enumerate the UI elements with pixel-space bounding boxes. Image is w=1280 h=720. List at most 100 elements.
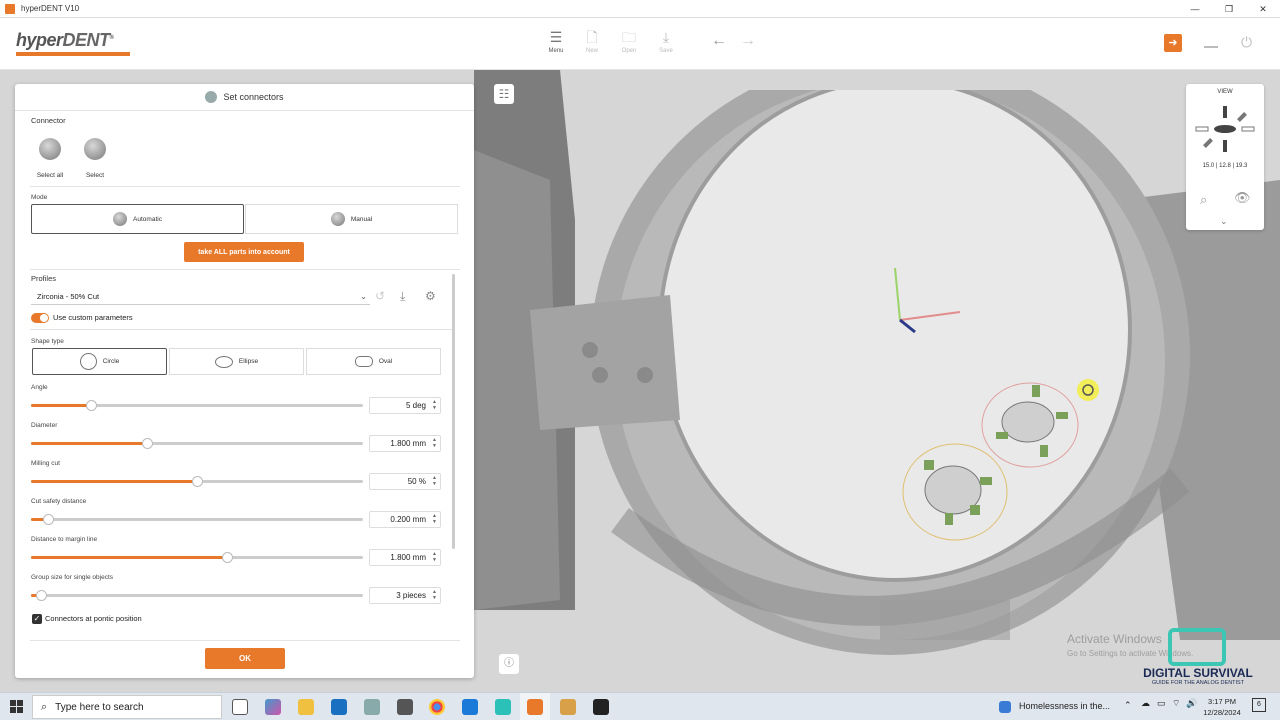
ok-button[interactable]: OK <box>205 648 285 669</box>
shape-circle-button[interactable]: Circle <box>32 348 167 375</box>
spinner-arrows-icon[interactable]: ▲ ▼ <box>432 513 437 525</box>
teams-icon[interactable] <box>364 699 380 715</box>
shape-ellipse-button[interactable]: Ellipse <box>169 348 304 375</box>
window-titlebar: hyperDENT V10 — ❐ ✕ <box>0 0 1280 18</box>
volume-icon[interactable]: 🔊 <box>1186 698 1197 709</box>
logo-text: hyperDENT® <box>16 30 114 50</box>
param-value: 50 <box>407 477 417 486</box>
gear-icon[interactable]: ⚙ <box>425 289 436 303</box>
app-icon-teal[interactable] <box>495 699 511 715</box>
news-text[interactable]: Homelessness in the... <box>1019 701 1110 711</box>
divider <box>30 640 460 641</box>
file-explorer-icon[interactable] <box>298 699 314 715</box>
taskbar-search-input[interactable]: ⌕ Type here to search <box>32 695 222 719</box>
brand-subtitle: GUIDE FOR THE ANALOG DENTIST <box>1151 680 1245 686</box>
copilot-icon[interactable] <box>265 699 281 715</box>
clock-date: 12/28/2024 <box>1203 708 1241 717</box>
mode-automatic-button[interactable]: Automatic <box>31 204 244 234</box>
redo-arrow-icon[interactable]: → <box>740 32 756 50</box>
taskbar-clock[interactable]: 3:17 PM 12/28/2024 <box>1200 696 1244 718</box>
save-button[interactable]: ⤓ Save <box>651 28 681 54</box>
hyperdent-taskbar-icon[interactable] <box>527 699 543 715</box>
window-minimize-icon[interactable]: — <box>1178 0 1212 18</box>
info-icon[interactable]: ⓘ <box>499 654 519 674</box>
window-close-icon[interactable]: ✕ <box>1246 0 1280 18</box>
param-unit: deg <box>412 401 426 410</box>
profile-select[interactable]: Zirconia - 50% Cut ⌄ <box>31 289 370 305</box>
onedrive-icon[interactable]: ☁ <box>1141 698 1150 709</box>
undo-arrow-icon[interactable]: ← <box>711 32 727 50</box>
notifications-icon[interactable]: 6 <box>1252 698 1266 712</box>
power-icon[interactable]: ⏻ <box>1241 34 1252 51</box>
chevron-up-icon[interactable]: ⌃ <box>1124 700 1132 711</box>
margin-distance-input[interactable]: 1.800 mm ▲ ▼ <box>369 549 441 566</box>
diameter-input[interactable]: 1.800 mm ▲ ▼ <box>369 435 441 452</box>
param-label: Milling cut <box>31 460 60 467</box>
app-icon-gold[interactable] <box>560 699 576 715</box>
network-icon[interactable]: ▭ <box>1157 698 1166 709</box>
profile-value: Zirconia - 50% Cut <box>37 292 100 301</box>
mode-automatic-label: Automatic <box>133 215 162 223</box>
app-icon-dark[interactable] <box>593 699 609 715</box>
windows-taskbar: ⌕ Type here to search Homelessness in th… <box>0 692 1280 720</box>
slider-thumb[interactable] <box>221 552 233 563</box>
wifi-icon[interactable]: ⌔ <box>1172 698 1180 709</box>
calculator-icon[interactable] <box>397 699 413 715</box>
windows-start-icon[interactable] <box>10 700 23 713</box>
spinner-arrows-icon[interactable]: ▲ ▼ <box>432 399 437 411</box>
manual-icon <box>330 212 345 226</box>
slider-fill <box>31 556 227 559</box>
minimize-icon[interactable] <box>1204 46 1218 48</box>
custom-params-toggle[interactable] <box>31 313 49 323</box>
angle-slider[interactable] <box>31 400 363 411</box>
news-icon[interactable] <box>999 701 1011 713</box>
save-label: Save <box>659 48 673 54</box>
task-view-icon[interactable] <box>232 699 248 715</box>
diameter-slider[interactable] <box>31 438 363 449</box>
export-icon[interactable]: ➜ <box>1164 34 1182 52</box>
slider-thumb[interactable] <box>42 514 54 525</box>
panel-scrollbar[interactable] <box>452 274 455 549</box>
open-button[interactable]: 🗀 Open <box>614 28 644 54</box>
margin-distance-slider[interactable] <box>31 552 363 563</box>
new-button[interactable]: 🗋 New <box>577 28 607 54</box>
slider-thumb[interactable] <box>192 476 203 487</box>
spinner-arrows-icon[interactable]: ▲ ▼ <box>432 437 437 449</box>
pontic-checkbox[interactable]: ✓ <box>32 614 42 624</box>
select-button[interactable]: Select <box>75 138 115 179</box>
chevron-down-icon[interactable]: ⌄ <box>1220 216 1228 227</box>
visibility-icon[interactable]: 👁 <box>1234 190 1251 206</box>
menu-button[interactable]: ☰ Menu <box>541 28 571 54</box>
slider-thumb[interactable] <box>85 400 97 411</box>
milling-cut-slider[interactable] <box>31 476 363 487</box>
zoom-fit-icon[interactable]: ⌕ <box>1200 192 1207 208</box>
param-unit: % <box>418 477 426 486</box>
spinner-arrows-icon[interactable]: ▲ ▼ <box>432 551 437 563</box>
cut-safety-input[interactable]: 0.200 mm ▲ ▼ <box>369 511 441 528</box>
window-restore-icon[interactable]: ❐ <box>1212 0 1246 18</box>
spinner-arrows-icon[interactable]: ▲ ▼ <box>432 475 437 487</box>
take-all-parts-button[interactable]: take ALL parts into account <box>184 242 304 262</box>
outlook-icon[interactable] <box>331 699 347 715</box>
milling-cut-input[interactable]: 50 % ▲ ▼ <box>369 473 441 490</box>
group-size-input[interactable]: 3 pieces ▲ ▼ <box>369 587 441 604</box>
download-icon[interactable]: ⤓ <box>400 289 405 304</box>
select-all-button[interactable]: Select all <box>30 138 70 179</box>
mode-manual-button[interactable]: Manual <box>245 204 458 234</box>
ellipse-icon <box>214 355 233 368</box>
slider-thumb[interactable] <box>35 590 47 601</box>
shape-oval-button[interactable]: Oval <box>306 348 441 375</box>
reset-icon[interactable]: ↺ <box>375 289 385 303</box>
shape-circle-label: Circle <box>102 358 120 365</box>
angle-input[interactable]: 5 deg ▲ ▼ <box>369 397 441 414</box>
chrome-icon[interactable] <box>429 699 445 715</box>
slider-thumb[interactable] <box>142 438 154 449</box>
cut-safety-slider[interactable] <box>31 514 363 525</box>
profiles-label: Profiles <box>31 274 57 283</box>
logo-mark: ® <box>109 35 114 41</box>
view-cube-icon[interactable] <box>1186 102 1264 160</box>
app-icon-blue[interactable] <box>462 699 478 715</box>
layout-toggle-icon[interactable]: ☷ <box>494 84 514 104</box>
group-size-slider[interactable] <box>31 590 363 601</box>
spinner-arrows-icon[interactable]: ▲ ▼ <box>432 589 437 601</box>
